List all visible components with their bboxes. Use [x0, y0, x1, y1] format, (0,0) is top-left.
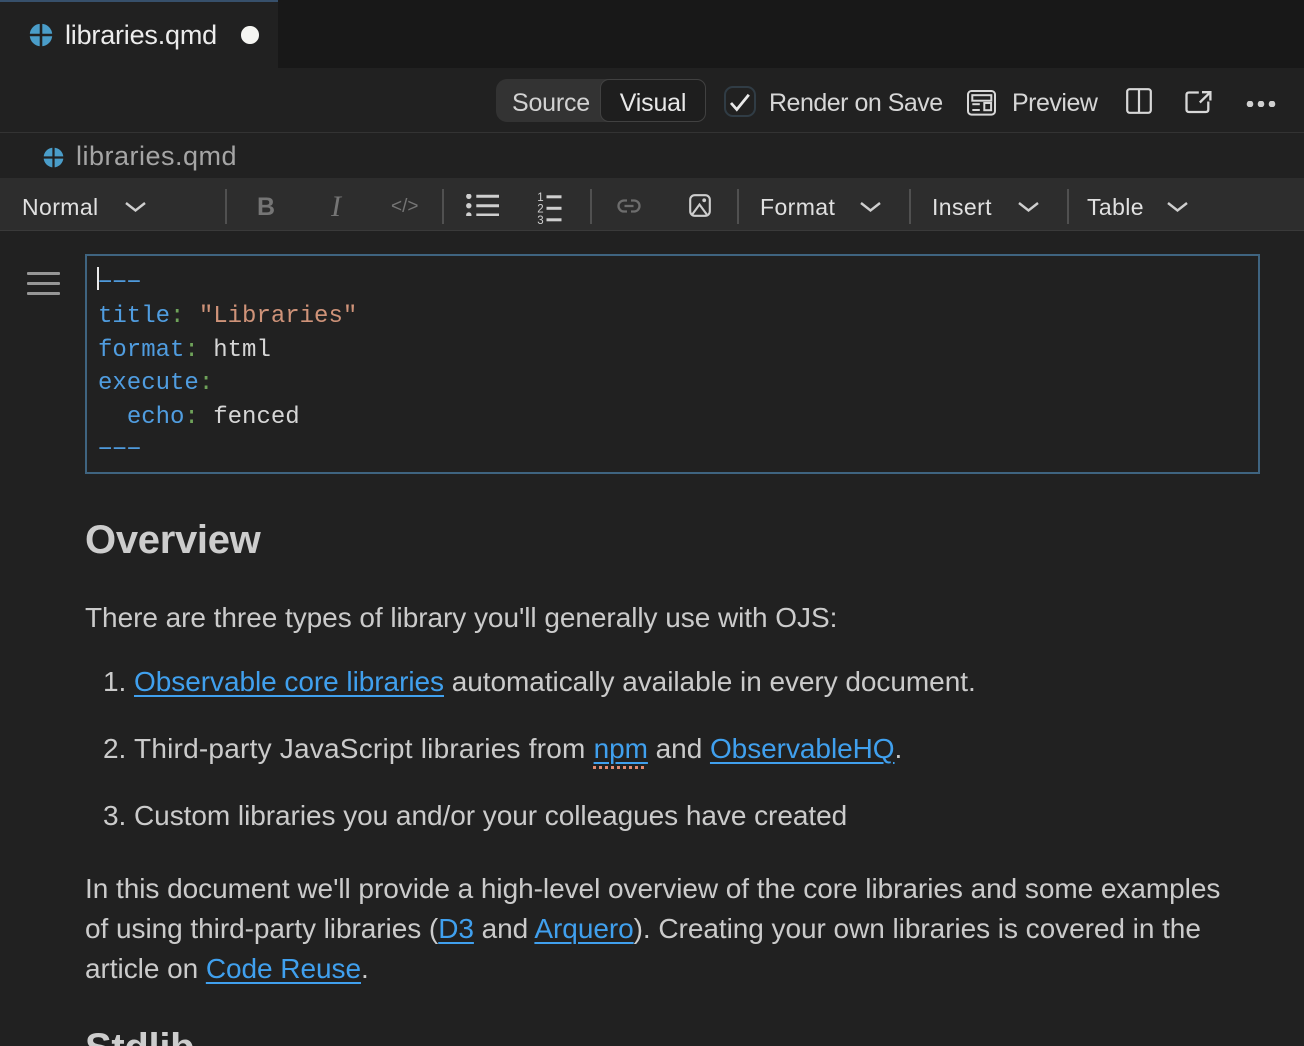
svg-text:2: 2: [537, 204, 543, 216]
svg-text:3: 3: [537, 215, 543, 225]
svg-text:1: 1: [537, 192, 543, 204]
